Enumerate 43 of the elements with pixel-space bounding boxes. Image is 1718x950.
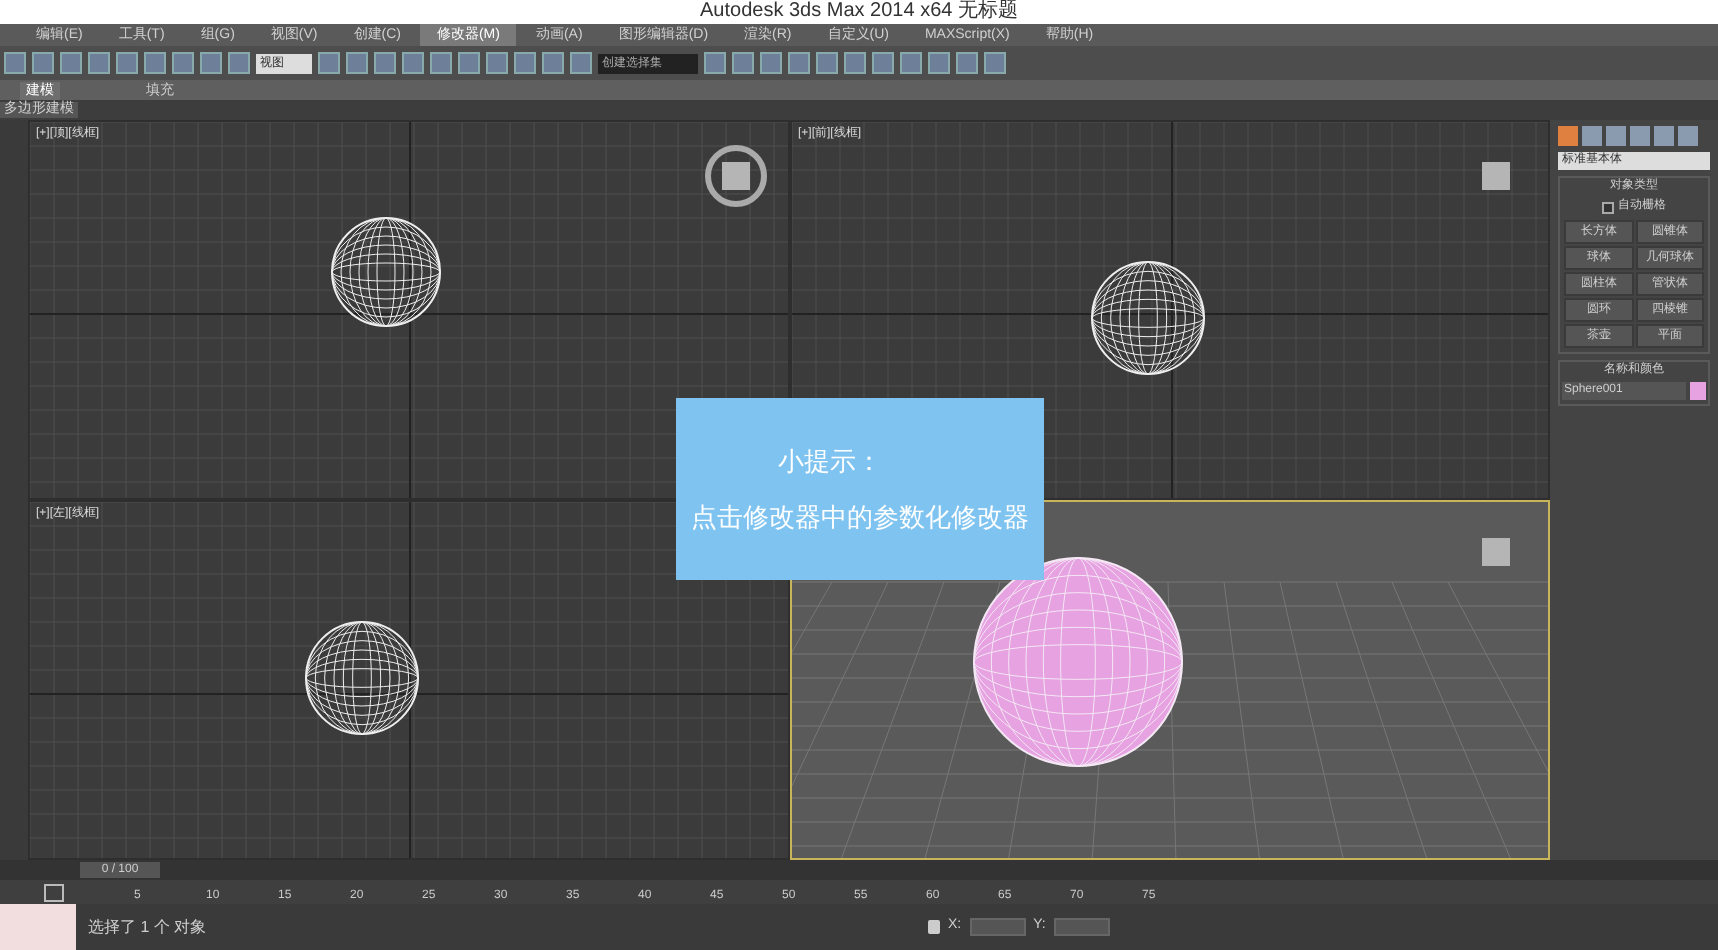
toolbar-icon[interactable] xyxy=(872,52,894,74)
toolbar-icon[interactable] xyxy=(956,52,978,74)
toolbar-icon[interactable] xyxy=(928,52,950,74)
toolbar-icon[interactable] xyxy=(816,52,838,74)
toolbar-icon[interactable] xyxy=(788,52,810,74)
toolbar-icon[interactable] xyxy=(458,52,480,74)
view-cube-icon[interactable] xyxy=(705,145,767,207)
toolbar-icon[interactable] xyxy=(732,52,754,74)
sphere-drawing xyxy=(1091,261,1205,375)
sphere-drawing xyxy=(305,621,419,735)
toolbar-icon[interactable] xyxy=(402,52,424,74)
toolbar-icon[interactable] xyxy=(116,52,138,74)
toolbar-icon[interactable] xyxy=(704,52,726,74)
toolbar-icon[interactable] xyxy=(172,52,194,74)
toolbar-icon[interactable] xyxy=(374,52,396,74)
toolbar-icon[interactable] xyxy=(844,52,866,74)
lock-icon[interactable] xyxy=(928,920,940,934)
toolbar-icon[interactable] xyxy=(570,52,592,74)
sphere-drawing xyxy=(331,217,441,327)
toolbar-icon[interactable] xyxy=(88,52,110,74)
toolbar-icon[interactable] xyxy=(144,52,166,74)
toolbar-icon[interactable] xyxy=(60,52,82,74)
checkbox[interactable] xyxy=(1602,201,1614,213)
toolbar-icon[interactable] xyxy=(514,52,536,74)
color-swatch[interactable] xyxy=(1690,382,1706,400)
toolbar-icon[interactable] xyxy=(430,52,452,74)
toolbar-icon[interactable] xyxy=(984,52,1006,74)
status-message: 选择了 1 个 对象 xyxy=(88,915,209,939)
toolbar-icon[interactable] xyxy=(542,52,564,74)
toolbar-icon[interactable] xyxy=(32,52,54,74)
viewport[interactable] xyxy=(790,500,1550,860)
y-field[interactable] xyxy=(1053,918,1110,936)
toolbar-icon[interactable] xyxy=(318,52,340,74)
toolbar-icon[interactable] xyxy=(200,52,222,74)
toolbar-icon[interactable] xyxy=(4,52,26,74)
toolbar-icon[interactable] xyxy=(486,52,508,74)
key-icon[interactable] xyxy=(44,884,64,902)
toolbar-icon[interactable] xyxy=(228,52,250,74)
toolbar-icon[interactable] xyxy=(760,52,782,74)
x-field[interactable] xyxy=(969,918,1026,936)
window-title: Autodesk 3ds Max 2014 x64 无标题 xyxy=(700,0,1018,24)
toolbar-icon[interactable] xyxy=(900,52,922,74)
toolbar-icon[interactable] xyxy=(346,52,368,74)
